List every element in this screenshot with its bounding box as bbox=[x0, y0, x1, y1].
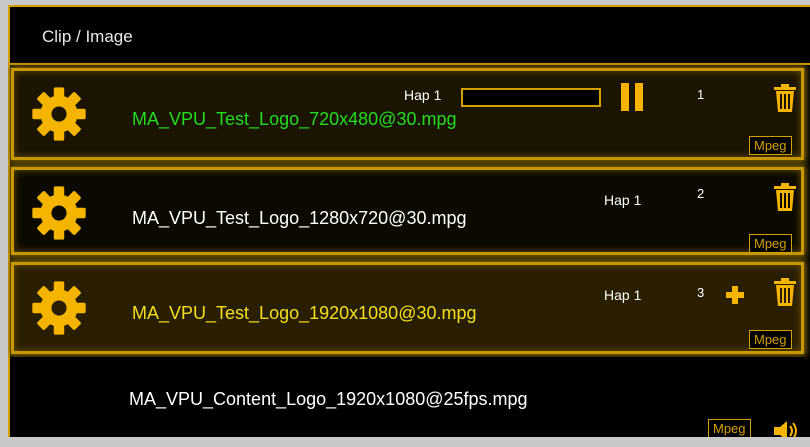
format-badge: Mpeg bbox=[749, 234, 792, 253]
clip-codec: Hap 1 bbox=[604, 287, 642, 303]
gear-icon[interactable] bbox=[30, 85, 88, 143]
clip-filename: MA_VPU_Test_Logo_720x480@30.mpg bbox=[132, 109, 457, 129]
panel-header: Clip / Image bbox=[8, 7, 810, 65]
playback-progress-bar[interactable] bbox=[461, 88, 601, 107]
clip-filename: MA_VPU_Content_Logo_1920x1080@25fps.mpg bbox=[129, 389, 528, 409]
format-badge: Mpeg bbox=[749, 330, 792, 349]
gear-icon[interactable] bbox=[30, 279, 88, 337]
clip-number: 2 bbox=[697, 186, 705, 201]
format-badge: Mpeg bbox=[749, 136, 792, 155]
clip-row-2[interactable]: MA_VPU_Test_Logo_1280x720@30.mpg Hap 1 2… bbox=[11, 167, 804, 255]
clip-row-1[interactable]: MA_VPU_Test_Logo_720x480@30.mpg Hap 1 1 … bbox=[11, 68, 804, 160]
plus-icon[interactable] bbox=[725, 285, 745, 305]
clip-number: 1 bbox=[697, 87, 705, 102]
clip-filename: MA_VPU_Test_Logo_1280x720@30.mpg bbox=[132, 208, 467, 228]
speaker-icon[interactable] bbox=[773, 420, 801, 437]
trash-icon[interactable] bbox=[772, 182, 798, 212]
clip-filename: MA_VPU_Test_Logo_1920x1080@30.mpg bbox=[132, 303, 477, 323]
trash-icon[interactable] bbox=[772, 83, 798, 113]
clip-row-4[interactable]: MA_VPU_Content_Logo_1920x1080@25fps.mpg … bbox=[11, 357, 804, 437]
format-badge: Mpeg bbox=[708, 419, 751, 437]
pause-icon[interactable] bbox=[621, 83, 645, 111]
clip-codec: Hap 1 bbox=[404, 87, 442, 103]
clip-list-panel: Clip / Image MA_VPU_Test_Logo_720x480@30… bbox=[8, 5, 810, 437]
clip-codec: Hap 1 bbox=[604, 192, 642, 208]
trash-icon[interactable] bbox=[772, 277, 798, 307]
clip-number: 3 bbox=[697, 285, 705, 300]
gear-icon[interactable] bbox=[30, 184, 88, 242]
panel-title: Clip / Image bbox=[42, 27, 133, 46]
clip-row-3[interactable]: MA_VPU_Test_Logo_1920x1080@30.mpg Hap 1 … bbox=[11, 262, 804, 354]
